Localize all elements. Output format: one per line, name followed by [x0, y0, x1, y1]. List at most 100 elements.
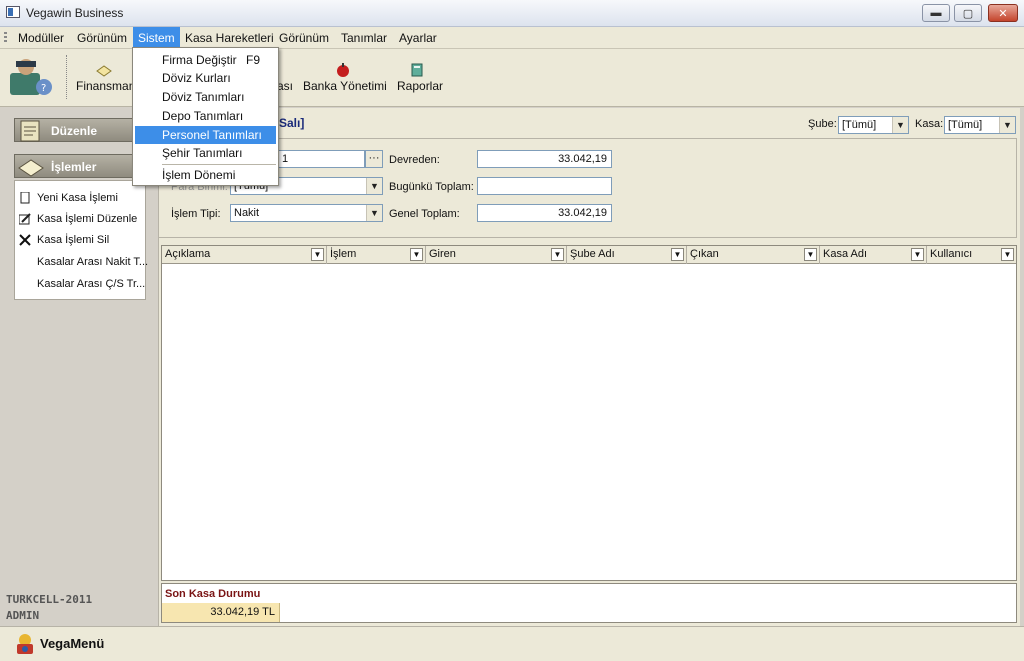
reports-icon	[411, 63, 423, 77]
summary-value: 33.042,19 TL	[162, 603, 280, 622]
title-bar: Vegawin Business ▬ ▢ ✕	[0, 0, 1024, 27]
transactions-grid[interactable]: Açıklama ▼ İşlem ▼ Giren ▼ Şube Adı ▼ Çıkan ▼…	[161, 245, 1017, 581]
menu-depo-tanimlari[interactable]: Depo Tanımları	[135, 107, 276, 125]
grid-header: Açıklama ▼ İşlem ▼ Giren ▼ Şube Adı ▼ Çıkan ▼…	[162, 246, 1016, 264]
filter-dropdown-icon[interactable]: ▼	[804, 248, 817, 261]
edit-icon	[19, 213, 31, 225]
islemler-header[interactable]: İşlemler «	[14, 154, 146, 178]
shortcut-label: F9	[246, 53, 261, 67]
filter-dropdown-icon[interactable]: ▼	[551, 248, 564, 261]
col-kullanici[interactable]: Kullanıcı ▼	[927, 246, 1016, 264]
col-kasa-adi[interactable]: Kasa Adı ▼	[820, 246, 927, 264]
menu-gorunum[interactable]: Görünüm	[72, 27, 132, 49]
sube-label: Şube:	[808, 118, 837, 130]
vegamenu-icon	[17, 634, 33, 654]
duzenle-label: Düzenle	[51, 124, 98, 138]
duzenle-header[interactable]: Düzenle »	[14, 118, 146, 142]
dropdown-arrow-icon[interactable]: ▼	[366, 205, 382, 221]
dropdown-arrow-icon[interactable]: ▼	[892, 117, 908, 133]
menu-personel-tanimlari[interactable]: Personel Tanımları	[135, 126, 276, 144]
raporlar-button[interactable]: Raporlar	[397, 79, 443, 93]
status-bar: VegaMenü	[0, 626, 1024, 661]
col-label: İşlem	[330, 248, 357, 260]
islemler-label: İşlemler	[51, 160, 97, 174]
maximize-button[interactable]: ▢	[954, 4, 982, 22]
col-cikan[interactable]: Çıkan ▼	[687, 246, 820, 264]
menu-tanimlar[interactable]: Tanımlar	[336, 27, 392, 49]
date-header: Salı]	[279, 116, 305, 130]
genel-toplam-field[interactable]: 33.042,19	[477, 204, 612, 222]
menu-sistem[interactable]: Sistem	[133, 27, 180, 49]
app-icon	[6, 6, 20, 18]
kasa-main-panel: Salı] Şube: [Tümü] ▼ Kasa: [Tümü] ▼ 1 ··· …	[158, 108, 1020, 626]
ellipsis-button[interactable]: ···	[365, 150, 383, 168]
col-sube-adi[interactable]: Şube Adı ▼	[567, 246, 687, 264]
menu-moduller[interactable]: Modüller	[13, 27, 69, 49]
menu-doviz-tanimlari[interactable]: Döviz Tanımları	[135, 88, 276, 106]
bank-icon	[337, 63, 349, 77]
filter-dropdown-icon[interactable]: ▼	[911, 248, 924, 261]
toolbar-separator	[66, 55, 67, 99]
bugunku-toplam-label: Bugünkü Toplam:	[389, 181, 474, 193]
son-kasa-durumu-panel: Son Kasa Durumu 33.042,19 TL	[161, 583, 1017, 623]
sube-value: [Tümü]	[842, 119, 877, 131]
item-label: Yeni Kasa İşlemi	[37, 192, 118, 204]
sube-select[interactable]: [Tümü] ▼	[838, 116, 909, 134]
col-label: Çıkan	[690, 248, 719, 260]
menu-sehir-tanimlari[interactable]: Şehir Tanımları	[135, 144, 276, 162]
minimize-button[interactable]: ▬	[922, 4, 950, 22]
kasa-button-partial[interactable]: ası	[277, 79, 293, 93]
notepad-icon	[20, 120, 40, 142]
banka-yonetimi-button[interactable]: Banka Yönetimi	[303, 79, 387, 93]
col-label: Kasa Adı	[823, 248, 868, 260]
kasa-select[interactable]: [Tümü] ▼	[944, 116, 1016, 134]
kasa-value: [Tümü]	[948, 119, 983, 131]
menu-doviz-kurlari[interactable]: Döviz Kurları	[135, 69, 276, 87]
menu-grip-icon	[4, 32, 7, 44]
menu-firma-degistir[interactable]: Firma Değiştir F9	[135, 51, 276, 69]
menu-gorunum-2[interactable]: Görünüm	[274, 27, 334, 49]
col-islem[interactable]: İşlem ▼	[327, 246, 426, 264]
devreden-label: Devreden:	[389, 154, 440, 166]
book-icon	[18, 159, 44, 177]
menu-islem-donemi[interactable]: İşlem Dönemi	[135, 166, 276, 184]
filter-group: 1 ··· Para Birimi: [Tümü] ▼ İşlem Tipi: N…	[159, 138, 1017, 238]
col-giren[interactable]: Giren ▼	[426, 246, 567, 264]
dropdown-arrow-icon[interactable]: ▼	[999, 117, 1015, 133]
menu-item-label: Firma Değiştir	[162, 53, 237, 67]
kasa-label: Kasa:	[915, 118, 944, 130]
users-icon[interactable]: ?	[8, 57, 56, 99]
user-label: ADMIN	[6, 609, 40, 622]
date-field[interactable]: 1	[277, 150, 365, 168]
devreden-field[interactable]: 33.042,19	[477, 150, 612, 168]
filter-dropdown-icon[interactable]: ▼	[311, 248, 324, 261]
finansman-button[interactable]: Finansman	[76, 79, 135, 93]
item-label: Kasalar Arası Nakit T...	[37, 256, 149, 268]
menu-kasa-hareketleri[interactable]: Kasa Hareketleri	[180, 27, 279, 49]
summary-title: Son Kasa Durumu	[165, 588, 261, 600]
filter-dropdown-icon[interactable]: ▼	[671, 248, 684, 261]
col-aciklama[interactable]: Açıklama ▼	[162, 246, 327, 264]
company-label: TURKCELL-2011	[6, 593, 93, 606]
sistem-dropdown-menu: Firma Değiştir F9 Döviz Kurları Döviz Ta…	[132, 47, 279, 186]
genel-toplam-label: Genel Toplam:	[389, 208, 460, 220]
close-button[interactable]: ✕	[988, 4, 1018, 22]
item-label: Kasalar Arası Ç/S Tr...	[37, 278, 146, 290]
filter-dropdown-icon[interactable]: ▼	[1001, 248, 1014, 261]
islem-tipi-select[interactable]: Nakit ▼	[230, 204, 383, 222]
delete-icon	[19, 234, 31, 246]
islemler-list: Yeni Kasa İşlemi Kasa İşlemi Düzenle Kas…	[14, 180, 149, 300]
finance-icon	[96, 65, 112, 77]
col-label: Açıklama	[165, 248, 211, 260]
col-label: Şube Adı	[570, 248, 615, 260]
col-label: Kullanıcı	[930, 248, 973, 260]
filter-dropdown-icon[interactable]: ▼	[410, 248, 423, 261]
dropdown-arrow-icon[interactable]: ▼	[366, 178, 382, 194]
bugunku-toplam-field[interactable]	[477, 177, 612, 195]
menu-bar: Modüller Görünüm Sistem Kasa Hareketleri…	[0, 27, 1024, 49]
svg-text:?: ?	[41, 83, 46, 94]
new-document-icon	[20, 192, 30, 204]
menu-ayarlar[interactable]: Ayarlar	[394, 27, 442, 49]
item-label: Kasa İşlemi Sil	[37, 234, 110, 246]
vegamenu-button[interactable]: VegaMenü	[40, 636, 104, 651]
